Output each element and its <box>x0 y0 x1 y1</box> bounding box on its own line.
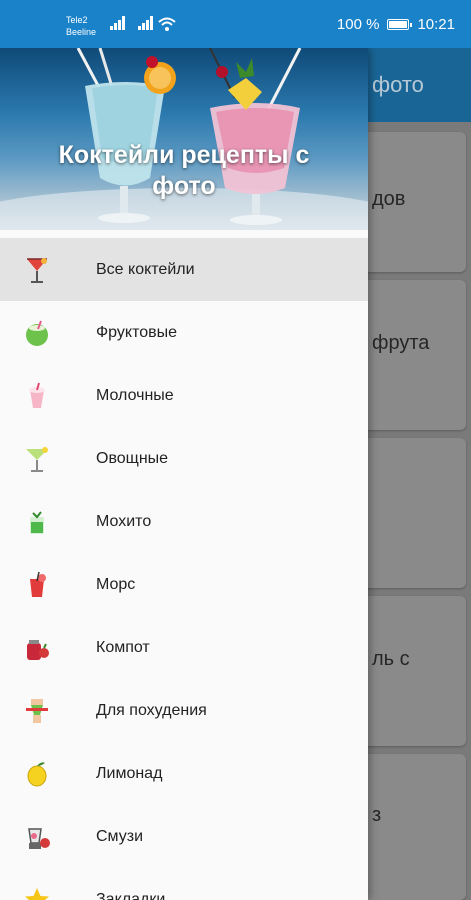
status-bar: Tele2 Beeline 100 % 10:21 <box>0 0 471 48</box>
battery-icon <box>387 18 413 30</box>
recipe-card-title: дов <box>372 188 406 210</box>
battery-percent: 100 % <box>336 15 380 33</box>
menu-item-label: Лимонад <box>96 764 163 782</box>
menu-item-label: Смузи <box>96 827 144 845</box>
navigation-drawer: Коктейли рецепты с фото Все коктейли Фру… <box>0 48 368 900</box>
menu-item-lemonade[interactable]: Лимонад <box>0 742 368 805</box>
cocktail-glass-icon <box>22 255 52 285</box>
toolbar-title: фото <box>372 72 424 97</box>
signal-1-icon <box>110 16 125 30</box>
drawer-title: Коктейли рецепты с фото <box>0 140 368 202</box>
carrier-1-label: Tele2 <box>66 15 88 25</box>
clock: 10:21 <box>417 15 455 33</box>
menu-item-all-cocktails[interactable]: Все коктейли <box>0 238 368 301</box>
recipe-card-title: з <box>372 804 382 826</box>
star-icon <box>22 885 52 900</box>
menu-item-label: Компот <box>96 638 150 656</box>
lemon-icon <box>22 759 52 789</box>
martini-glass-icon <box>22 444 52 474</box>
menu-item-compote[interactable]: Компот <box>0 616 368 679</box>
carrier-2-label: Beeline <box>66 27 97 37</box>
menu-item-label: Молочные <box>96 386 174 404</box>
drawer-menu: Все коктейли Фруктовые Молочные Овощные … <box>0 238 368 900</box>
signal-2-icon <box>138 16 153 30</box>
compote-jar-icon <box>22 633 52 663</box>
menu-item-label: Мохито <box>96 512 152 530</box>
menu-item-label: Все коктейли <box>96 260 195 278</box>
slim-body-icon <box>22 696 52 726</box>
recipe-card-title: ль с <box>372 648 410 670</box>
menu-item-weight-loss[interactable]: Для похудения <box>0 679 368 742</box>
menu-item-smoothie[interactable]: Смузи <box>0 805 368 868</box>
mojito-icon <box>22 507 52 537</box>
menu-item-milk[interactable]: Молочные <box>0 364 368 427</box>
wifi-icon <box>158 17 176 31</box>
drawer-title-line-2: фото <box>152 172 216 200</box>
menu-item-label: Закладки <box>96 890 166 900</box>
menu-item-label: Для похудения <box>96 701 207 719</box>
menu-item-fruit[interactable]: Фруктовые <box>0 301 368 364</box>
carrier-info: Tele2 Beeline <box>66 14 96 38</box>
menu-item-mors[interactable]: Морс <box>0 553 368 616</box>
menu-item-vegetable[interactable]: Овощные <box>0 427 368 490</box>
milkshake-icon <box>22 381 52 411</box>
juice-glass-icon <box>22 570 52 600</box>
recipe-card-title: фрута <box>372 332 430 354</box>
menu-item-label: Фруктовые <box>96 323 178 341</box>
menu-item-label: Морс <box>96 575 136 593</box>
menu-item-bookmarks[interactable]: Закладки <box>0 868 368 900</box>
coconut-drink-icon <box>22 318 52 348</box>
menu-item-label: Овощные <box>96 449 169 467</box>
menu-item-mojito[interactable]: Мохито <box>0 490 368 553</box>
cocktails-header-image <box>0 48 368 230</box>
drawer-header: Коктейли рецепты с фото <box>0 48 368 230</box>
blender-icon <box>22 822 52 852</box>
drawer-title-line-1: Коктейли рецепты с <box>58 141 310 169</box>
